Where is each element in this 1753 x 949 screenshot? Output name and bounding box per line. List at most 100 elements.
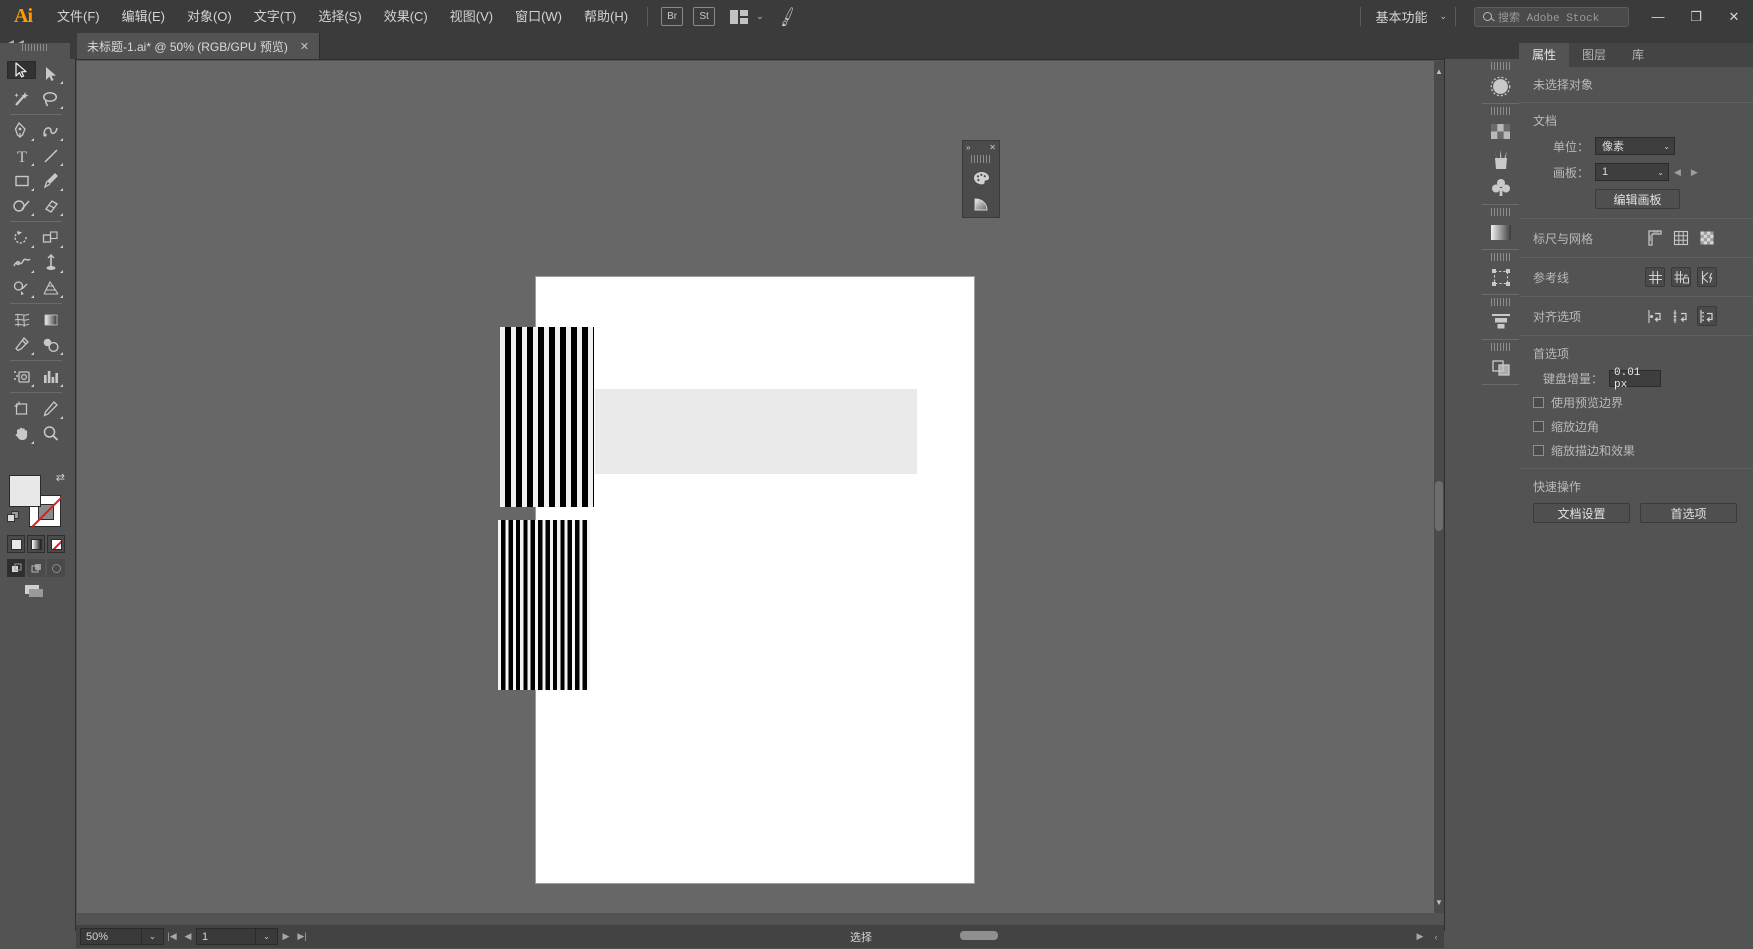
color-wheel-icon[interactable] [1482, 72, 1519, 100]
transform-icon[interactable] [1482, 263, 1519, 291]
selection-tool[interactable] [7, 61, 36, 79]
symbols-icon[interactable] [1482, 173, 1519, 201]
none-mode-button[interactable] [47, 535, 65, 553]
shaper-tool[interactable] [7, 193, 36, 218]
slice-tool[interactable] [36, 396, 65, 421]
workspace-switcher-label[interactable]: 基本功能 [1369, 7, 1433, 26]
lasso-tool[interactable] [36, 86, 65, 111]
swap-fill-stroke-icon[interactable]: ⇄ [56, 471, 65, 484]
zoom-level-input[interactable]: 50% [80, 928, 142, 945]
artboard-number-input[interactable]: 1 [196, 928, 256, 945]
adobe-stock-search[interactable]: 搜索 Adobe Stock [1474, 6, 1629, 27]
close-icon[interactable]: ✕ [300, 40, 309, 53]
gradient-mode-button[interactable] [27, 535, 45, 553]
tab-libraries[interactable]: 库 [1619, 43, 1657, 67]
close-icon[interactable]: ✕ [989, 143, 996, 152]
preferences-button[interactable]: 首选项 [1640, 503, 1737, 523]
artboard-select[interactable]: 1 ⌄ [1595, 163, 1669, 181]
fill-swatch[interactable] [9, 475, 41, 507]
gradient-fan-icon[interactable] [963, 191, 999, 217]
direct-selection-tool[interactable] [36, 61, 65, 86]
brush-tool-icon[interactable]: 🖌 [775, 5, 799, 28]
line-segment-tool[interactable] [36, 143, 65, 168]
menu-view[interactable]: 视图(V) [439, 0, 504, 33]
gray-rectangle-object[interactable] [595, 389, 917, 474]
prev-artboard-button[interactable]: ◀ [180, 928, 196, 945]
default-fill-stroke-icon[interactable] [7, 511, 20, 524]
prev-artboard-icon[interactable]: ◀ [1669, 167, 1686, 178]
gradient-tool[interactable] [36, 307, 65, 332]
artboard-tool[interactable] [7, 396, 36, 421]
swatches-palette-icon[interactable] [963, 165, 999, 191]
tab-properties[interactable]: 属性 [1519, 43, 1570, 67]
menu-window[interactable]: 窗口(W) [504, 0, 573, 33]
shape-builder-tool[interactable] [7, 275, 36, 300]
scale-corners-checkbox-row[interactable]: 缩放边角 [1533, 418, 1741, 435]
hscrollbar-thumb[interactable] [960, 931, 998, 940]
stock-icon[interactable]: St [693, 7, 716, 26]
menu-object[interactable]: 对象(O) [176, 0, 243, 33]
dock-grip[interactable] [1491, 208, 1510, 216]
scrollbar-thumb[interactable] [1435, 481, 1443, 531]
preview-bounds-checkbox[interactable] [1533, 397, 1544, 408]
document-setup-button[interactable]: 文档设置 [1533, 503, 1630, 523]
draw-inside-button[interactable] [47, 559, 65, 577]
scale-corners-checkbox[interactable] [1533, 421, 1544, 432]
floating-mini-panel[interactable]: » ✕ [962, 140, 1000, 218]
gradient-icon[interactable] [1482, 218, 1519, 246]
tab-layers[interactable]: 图层 [1569, 43, 1619, 67]
unit-select[interactable]: 像素 ⌄ [1595, 137, 1675, 155]
canvas-horizontal-scrollbar[interactable] [520, 925, 1444, 948]
show-grid-icon[interactable] [1671, 228, 1691, 248]
dock-grip[interactable] [1491, 298, 1510, 306]
bridge-icon[interactable]: Br [661, 7, 684, 26]
align-icon[interactable] [1482, 308, 1519, 336]
column-graph-tool[interactable] [36, 364, 65, 389]
canvas-area[interactable]: » ✕ [77, 61, 1436, 913]
scroll-down-icon[interactable]: ▼ [1435, 898, 1443, 907]
menu-file[interactable]: 文件(F) [46, 0, 111, 33]
keyboard-increment-input[interactable]: 0.01 px [1609, 367, 1661, 391]
symbol-sprayer-tool[interactable] [7, 364, 36, 389]
first-artboard-button[interactable]: |◀ [164, 928, 180, 945]
dock-grip[interactable] [1491, 107, 1510, 115]
menu-edit[interactable]: 编辑(E) [111, 0, 176, 33]
free-transform-tool[interactable] [36, 250, 65, 275]
arrange-documents-icon[interactable] [730, 9, 750, 25]
pathfinder-icon[interactable] [1482, 353, 1519, 381]
rectangle-tool[interactable] [7, 168, 36, 193]
artboard[interactable] [535, 276, 975, 884]
tools-panel-grip[interactable] [22, 44, 48, 51]
draw-normal-button[interactable] [7, 559, 25, 577]
eraser-tool[interactable] [36, 193, 65, 218]
hand-tool[interactable] [7, 421, 36, 446]
canvas-vertical-scrollbar[interactable]: ▲ ▼ [1434, 61, 1444, 913]
snap-to-point-icon[interactable] [1645, 306, 1665, 326]
zoom-chevron-down-icon[interactable]: ⌄ [142, 928, 164, 945]
scale-strokes-effects-checkbox-row[interactable]: 缩放描边和效果 [1533, 442, 1741, 459]
scale-strokes-effects-checkbox[interactable] [1533, 445, 1544, 456]
workspace-chevron-down-icon[interactable]: ⌄ [1439, 11, 1447, 22]
window-close-button[interactable]: ✕ [1715, 0, 1753, 33]
release-guides-icon[interactable] [1697, 267, 1717, 287]
menu-select[interactable]: 选择(S) [307, 0, 372, 33]
mesh-tool[interactable] [7, 307, 36, 332]
mini-panel-grip[interactable] [971, 155, 991, 163]
expand-panel-icon[interactable]: » [966, 143, 970, 152]
blend-tool[interactable] [36, 332, 65, 357]
swatches-grid-icon[interactable] [1482, 117, 1519, 145]
show-rulers-icon[interactable] [1645, 228, 1665, 248]
window-maximize-button[interactable]: ❐ [1677, 0, 1715, 33]
lock-guides-icon[interactable] [1671, 267, 1691, 287]
next-artboard-button[interactable]: ▶ [278, 928, 294, 945]
document-tab[interactable]: 未标题-1.ai* @ 50% (RGB/GPU 预览) ✕ [77, 33, 321, 59]
perspective-grid-tool[interactable] [36, 275, 65, 300]
menu-help[interactable]: 帮助(H) [573, 0, 639, 33]
brushes-icon[interactable] [1482, 145, 1519, 173]
magic-wand-tool[interactable] [7, 86, 36, 111]
snap-to-grid-icon[interactable] [1671, 306, 1691, 326]
paintbrush-tool[interactable] [36, 168, 65, 193]
show-transparency-grid-icon[interactable] [1697, 228, 1717, 248]
edit-artboards-button[interactable]: 编辑画板 [1595, 189, 1680, 209]
window-minimize-button[interactable]: — [1639, 0, 1677, 33]
